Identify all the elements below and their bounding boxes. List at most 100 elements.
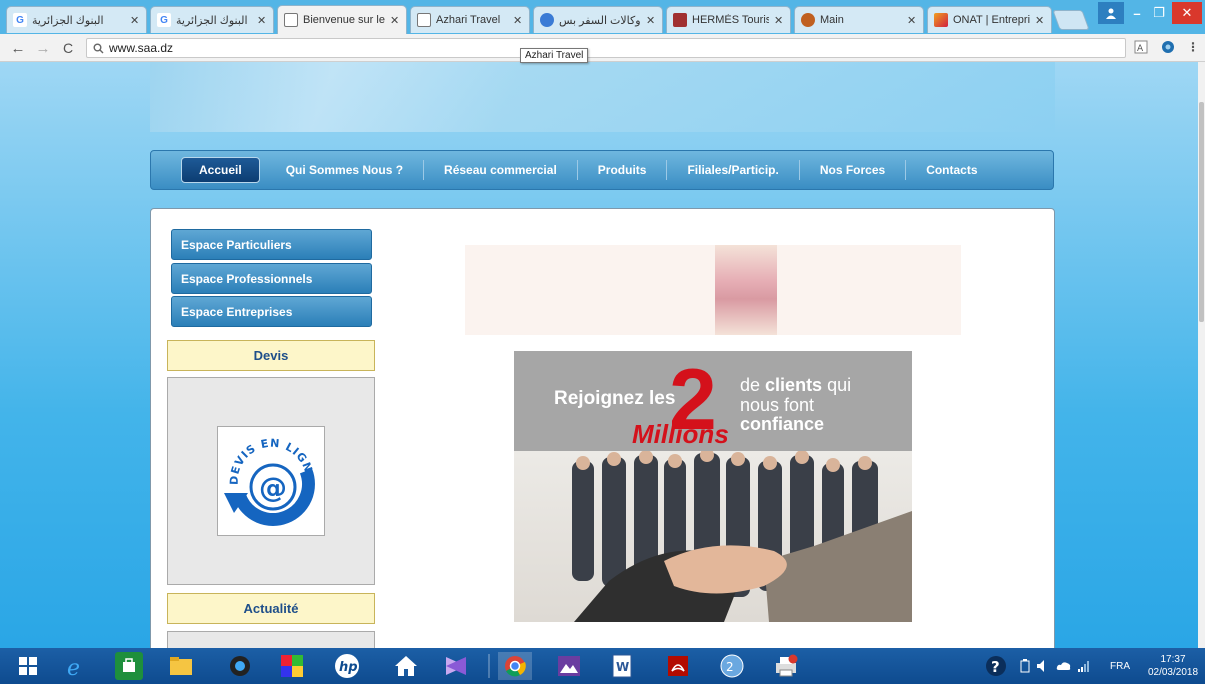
- user-profile-icon[interactable]: [1098, 2, 1124, 24]
- new-tab-button[interactable]: [1052, 10, 1090, 30]
- promo-qui: qui: [827, 375, 851, 395]
- start-windows-icon[interactable]: [14, 652, 42, 680]
- close-icon[interactable]: ✕: [1035, 14, 1045, 27]
- extension-icon[interactable]: [1160, 39, 1176, 55]
- tab-2[interactable]: G البنوك الجزائرية ✕: [150, 6, 274, 33]
- tab-1[interactable]: G البنوك الجزائرية ✕: [6, 6, 147, 33]
- close-icon[interactable]: ✕: [257, 14, 267, 27]
- promo-clients: clients: [765, 375, 822, 395]
- devis-en-ligne-link[interactable]: @ DEVIS EN LIGNE: [214, 417, 325, 536]
- espace-particuliers-button[interactable]: Espace Particuliers: [171, 229, 372, 260]
- close-window-icon[interactable]: ✕: [1172, 2, 1202, 24]
- system-clock[interactable]: 17:37 02/03/2018: [1144, 653, 1202, 679]
- webcam-icon[interactable]: [226, 652, 254, 680]
- main-content: Espace Particuliers Espace Professionnel…: [150, 208, 1055, 648]
- back-arrow-icon[interactable]: ←: [8, 38, 28, 58]
- restore-icon[interactable]: ❐: [1148, 2, 1170, 24]
- tab-title: ONAT | Entrepri: [953, 14, 1030, 26]
- nav-contacts[interactable]: Contacts: [906, 160, 997, 180]
- url-text: www.saa.dz: [109, 41, 174, 55]
- volume-icon[interactable]: [1034, 652, 1052, 680]
- word-icon[interactable]: W: [608, 652, 636, 680]
- clock-date: 02/03/2018: [1147, 667, 1199, 678]
- promo-nous-font: nous font: [740, 395, 814, 415]
- network-signal-icon[interactable]: [1074, 652, 1094, 680]
- svg-text:e: e: [67, 656, 80, 678]
- svg-text:A: A: [1137, 44, 1144, 54]
- globe-icon: [540, 13, 554, 27]
- tab-5[interactable]: وكالات السفر بس ✕: [533, 6, 663, 33]
- calculator-app-icon[interactable]: 2: [718, 652, 746, 680]
- file-explorer-icon[interactable]: [167, 652, 195, 680]
- address-bar[interactable]: www.saa.dz: [86, 38, 1126, 58]
- tab-4[interactable]: Azhari Travel ✕: [410, 6, 530, 33]
- hermes-logo-icon: [673, 13, 687, 27]
- google-g-icon: G: [157, 13, 171, 27]
- windows-taskbar: e hp W 2 ?: [0, 648, 1205, 684]
- tab-8[interactable]: ONAT | Entrepri ✕: [927, 6, 1052, 33]
- hp-icon[interactable]: hp: [333, 652, 361, 680]
- close-icon[interactable]: ✕: [513, 14, 523, 27]
- photos-icon[interactable]: [555, 652, 583, 680]
- printer-icon[interactable]: [772, 652, 800, 680]
- promo-text-zone: Rejoignez les 2 Millions de clients qui …: [514, 351, 912, 451]
- battery-icon[interactable]: [1016, 652, 1034, 680]
- search-icon: [93, 43, 104, 53]
- internet-explorer-icon[interactable]: e: [62, 652, 90, 680]
- promo-banner[interactable]: Rejoignez les 2 Millions de clients qui …: [514, 351, 912, 622]
- help-icon[interactable]: ?: [982, 652, 1010, 680]
- minimize-icon[interactable]: –: [1126, 2, 1148, 24]
- espace-entreprises-button[interactable]: Espace Entreprises: [171, 296, 372, 327]
- tab-title: البنوك الجزائرية: [176, 14, 248, 27]
- tab-3-active[interactable]: Bienvenue sur le ✕: [277, 5, 407, 34]
- tab-6[interactable]: HERMÈS Touris ✕: [666, 6, 791, 33]
- home-icon[interactable]: [392, 652, 420, 680]
- translate-icon[interactable]: A: [1133, 39, 1149, 55]
- main-logo-icon: [801, 13, 815, 27]
- nav-produits[interactable]: Produits: [578, 160, 668, 180]
- promo-handshake-photo: [514, 448, 912, 622]
- nav-accueil[interactable]: Accueil: [181, 157, 260, 183]
- close-icon[interactable]: ✕: [907, 14, 917, 27]
- language-indicator[interactable]: FRA: [1110, 661, 1130, 672]
- promo-millions: Millions: [632, 419, 729, 449]
- tab-7[interactable]: Main ✕: [794, 6, 924, 33]
- svg-text:@: @: [259, 471, 287, 504]
- onat-logo-icon: [934, 13, 948, 27]
- clock-time: 17:37: [1160, 654, 1186, 665]
- tab-title: Azhari Travel: [436, 14, 501, 26]
- acrobat-icon[interactable]: [664, 652, 692, 680]
- chrome-icon[interactable]: [498, 652, 532, 680]
- espace-professionnels-button[interactable]: Espace Professionnels: [171, 263, 372, 294]
- tab-title: HERMÈS Touris: [692, 14, 769, 26]
- svg-text:?: ?: [991, 658, 1000, 676]
- close-icon[interactable]: ✕: [646, 14, 656, 27]
- nav-filiales[interactable]: Filiales/Particip.: [667, 160, 800, 180]
- nav-reseau-commercial[interactable]: Réseau commercial: [424, 160, 578, 180]
- tab-title: Bienvenue sur le: [303, 14, 385, 26]
- nav-nos-forces[interactable]: Nos Forces: [800, 160, 907, 180]
- nav-qui-sommes-nous[interactable]: Qui Sommes Nous ?: [266, 160, 425, 180]
- visual-studio-icon[interactable]: [442, 652, 470, 680]
- tab-title: البنوك الجزائرية: [32, 14, 104, 27]
- media-app-icon[interactable]: [278, 652, 306, 680]
- scrollbar-thumb[interactable]: [1199, 102, 1204, 322]
- devis-heading: Devis: [167, 340, 375, 371]
- menu-dots-icon[interactable]: ⋮: [1185, 39, 1201, 55]
- forward-arrow-icon[interactable]: →: [33, 38, 53, 58]
- onedrive-icon[interactable]: [1054, 652, 1074, 680]
- page-scrollbar[interactable]: [1198, 62, 1205, 648]
- browser-tab-strip: G البنوك الجزائرية ✕ G البنوك الجزائرية …: [0, 0, 1205, 34]
- reload-icon[interactable]: C: [58, 38, 78, 58]
- actualite-panel: [167, 631, 375, 648]
- promo-de: de: [740, 375, 760, 395]
- tab-tooltip: Azhari Travel: [520, 48, 589, 63]
- browser-toolbar: ← → C www.saa.dz: [0, 34, 1205, 62]
- close-icon[interactable]: ✕: [130, 14, 140, 27]
- close-icon[interactable]: ✕: [390, 14, 400, 27]
- close-icon[interactable]: ✕: [774, 14, 784, 27]
- store-icon[interactable]: [115, 652, 143, 680]
- main-navigation: Accueil Qui Sommes Nous ? Réseau commerc…: [150, 150, 1054, 190]
- page-icon: [417, 13, 431, 27]
- page-viewport: Accueil Qui Sommes Nous ? Réseau commerc…: [0, 62, 1198, 648]
